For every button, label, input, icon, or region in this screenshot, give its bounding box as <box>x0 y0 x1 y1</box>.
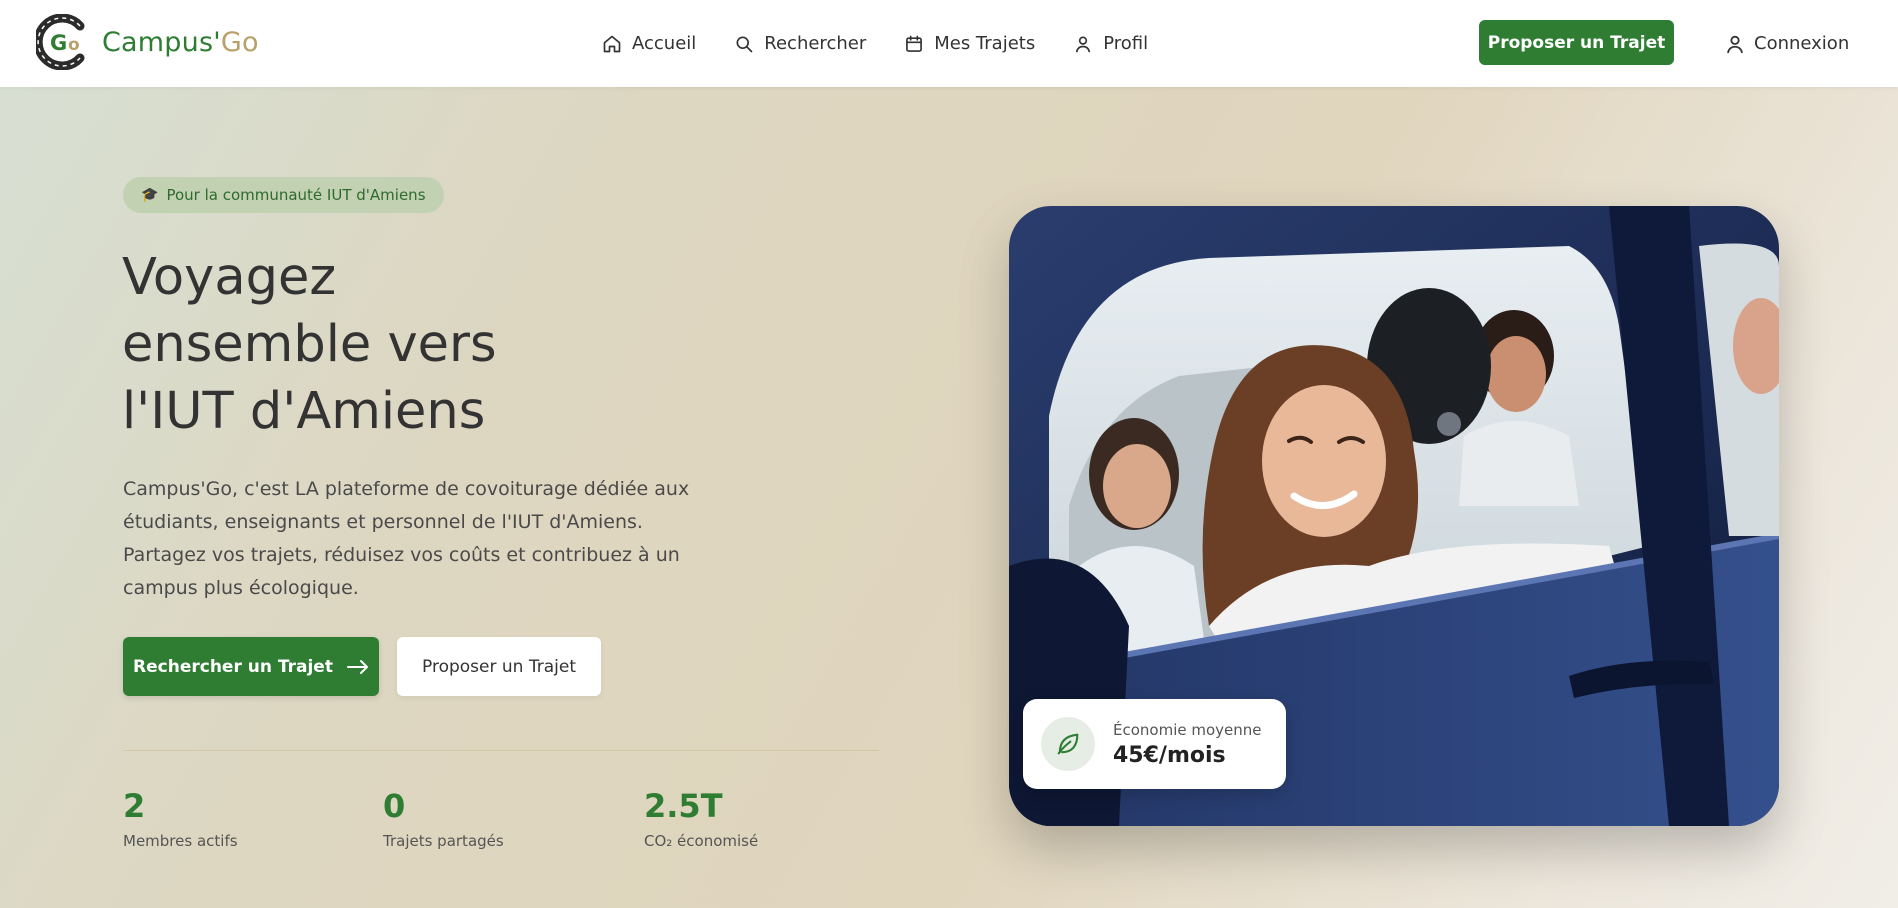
graduation-cap-icon: 🎓 <box>141 187 159 203</box>
hero-title-line1: Voyagez <box>122 248 337 307</box>
nav-item-profil[interactable]: Profil <box>1073 33 1148 54</box>
hero-title-line2: ensemble vers <box>122 315 497 374</box>
nav-label-mes-trajets: Mes Trajets <box>934 33 1036 54</box>
stat-members: 2 Membres actifs <box>123 786 238 850</box>
nav-label-accueil: Accueil <box>632 33 697 54</box>
stats-divider <box>123 750 879 751</box>
propose-trip-header-button[interactable]: Proposer un Trajet <box>1479 20 1674 65</box>
hero-title-line3: l'IUT d'Amiens <box>122 382 486 441</box>
svg-text:o: o <box>68 35 80 55</box>
savings-card: Économie moyenne 45€/mois <box>1023 699 1286 789</box>
svg-text:G: G <box>50 31 67 55</box>
main-nav: Accueil Rechercher Mes Trajets Profil <box>602 0 1186 87</box>
home-icon <box>603 35 621 52</box>
login-link[interactable]: Connexion <box>1724 0 1849 87</box>
stat-co2-label: CO₂ économisé <box>644 832 759 850</box>
hero-title: Voyagez ensemble vers l'IUT d'Amiens <box>122 244 682 445</box>
community-badge-text: Pour la communauté IUT d'Amiens <box>166 186 426 204</box>
brand-part2: Go <box>220 26 259 58</box>
stat-co2: 2.5T CO₂ économisé <box>644 786 758 850</box>
stat-trips: 0 Trajets partagés <box>383 786 504 850</box>
nav-item-accueil[interactable]: Accueil <box>602 33 696 54</box>
leaf-icon <box>1041 717 1095 771</box>
hero-description: Campus'Go, c'est LA plateforme de covoit… <box>123 478 690 599</box>
search-trip-button[interactable]: Rechercher un Trajet <box>123 637 379 696</box>
stat-members-value: 2 <box>123 787 146 825</box>
nav-item-mes-trajets[interactable]: Mes Trajets <box>904 33 1035 54</box>
arrow-right-icon <box>346 659 368 674</box>
user-icon <box>1727 35 1743 53</box>
savings-label: Économie moyenne <box>1113 720 1262 739</box>
user-icon <box>1076 36 1091 52</box>
login-label: Connexion <box>1754 33 1850 54</box>
brand-part1: Campus' <box>102 26 221 58</box>
top-navbar: G o Campus'Go Accueil Rechercher Mes Tra… <box>0 0 1898 87</box>
search-icon <box>736 36 753 52</box>
nav-label-profil: Profil <box>1103 33 1149 54</box>
savings-value: 45€/mois <box>1113 742 1226 768</box>
community-badge: 🎓 Pour la communauté IUT d'Amiens <box>123 177 444 213</box>
search-trip-button-label: Rechercher un Trajet <box>133 656 333 677</box>
nav-label-rechercher: Rechercher <box>764 33 867 54</box>
logo-icon: G o <box>33 13 88 71</box>
stat-trips-value: 0 <box>383 787 406 825</box>
stat-trips-label: Trajets partagés <box>383 832 504 850</box>
brand-logo[interactable]: G o Campus'Go <box>33 13 259 71</box>
stat-members-label: Membres actifs <box>123 832 238 850</box>
calendar-icon <box>906 35 923 52</box>
savings-text: Économie moyenne 45€/mois <box>1113 721 1262 768</box>
brand-name: Campus'Go <box>102 27 259 58</box>
nav-item-rechercher[interactable]: Rechercher <box>734 33 866 54</box>
propose-trip-button[interactable]: Proposer un Trajet <box>397 637 601 696</box>
stat-co2-value: 2.5T <box>644 787 723 825</box>
